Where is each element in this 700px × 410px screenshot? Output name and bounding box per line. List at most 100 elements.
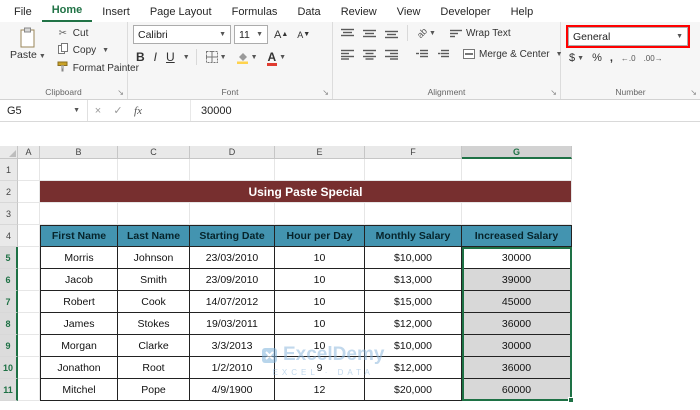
accounting-format-button[interactable]: $▼	[569, 52, 584, 64]
increase-decimal-button[interactable]: ←.0	[621, 54, 636, 63]
font-color-button[interactable]: A ▼	[264, 50, 290, 64]
cell-E5[interactable]: 10	[275, 247, 365, 269]
row-header-6[interactable]: 6	[0, 269, 18, 291]
cut-button[interactable]: ✂ Cut	[57, 28, 139, 39]
cell-C4[interactable]: Last Name	[118, 225, 190, 247]
row-header-4[interactable]: 4	[0, 225, 18, 247]
cell-G6[interactable]: 39000	[462, 269, 572, 291]
cell-B6[interactable]: Jacob	[40, 269, 118, 291]
cell-D9[interactable]: 3/3/2013	[190, 335, 275, 357]
cell-C7[interactable]: Cook	[118, 291, 190, 313]
font-dialog-launcher[interactable]: ↘	[322, 89, 329, 97]
column-header-A[interactable]: A	[18, 146, 40, 159]
font-size-dropdown[interactable]: 11▼	[234, 25, 268, 44]
row-header-11[interactable]: 11	[0, 379, 18, 401]
menu-item-formulas[interactable]: Formulas	[222, 2, 288, 22]
row-header-2[interactable]: 2	[0, 181, 18, 203]
name-box[interactable]: G5 ▼	[0, 100, 88, 121]
column-header-G[interactable]: G	[462, 146, 572, 159]
cell-B5[interactable]: Morris	[40, 247, 118, 269]
number-dialog-launcher[interactable]: ↘	[690, 89, 697, 97]
cell-B4[interactable]: First Name	[40, 225, 118, 247]
cell-E8[interactable]: 10	[275, 313, 365, 335]
cell-B1[interactable]	[40, 159, 118, 181]
menu-item-review[interactable]: Review	[331, 2, 387, 22]
cell-E7[interactable]: 10	[275, 291, 365, 313]
decrease-indent-button[interactable]	[413, 48, 431, 60]
cancel-icon[interactable]: ×	[88, 105, 108, 117]
cell-G5[interactable]: 30000	[462, 247, 572, 269]
underline-button[interactable]: U	[163, 50, 178, 64]
cell-F3[interactable]	[365, 203, 462, 225]
enter-check-icon[interactable]: ✓	[108, 104, 128, 117]
cell-E10[interactable]: 9	[275, 357, 365, 379]
cell-A6[interactable]	[18, 269, 40, 291]
column-header-D[interactable]: D	[190, 146, 275, 159]
menu-item-help[interactable]: Help	[501, 2, 544, 22]
fill-color-button[interactable]: ▼	[233, 51, 261, 64]
cell-G10[interactable]: 36000	[462, 357, 572, 379]
number-format-dropdown[interactable]: General ▼	[568, 27, 688, 46]
menu-item-developer[interactable]: Developer	[430, 2, 500, 22]
cell-A2[interactable]	[18, 181, 40, 203]
cell-E11[interactable]: 12	[275, 379, 365, 401]
column-header-F[interactable]: F	[365, 146, 462, 159]
cell-G1[interactable]	[462, 159, 572, 181]
cell-F4[interactable]: Monthly Salary	[365, 225, 462, 247]
cell-F5[interactable]: $10,000	[365, 247, 462, 269]
alignment-dialog-launcher[interactable]: ↘	[550, 89, 557, 97]
cell-B11[interactable]: Mitchel	[40, 379, 118, 401]
cell-F1[interactable]	[365, 159, 462, 181]
cell-F7[interactable]: $15,000	[365, 291, 462, 313]
cell-E1[interactable]	[275, 159, 365, 181]
cell-E9[interactable]: 10	[275, 335, 365, 357]
align-left-button[interactable]	[338, 48, 357, 61]
cell-D5[interactable]: 23/03/2010	[190, 247, 275, 269]
column-header-C[interactable]: C	[118, 146, 190, 159]
row-header-10[interactable]: 10	[0, 357, 18, 379]
wrap-text-button[interactable]: Wrap Text	[450, 28, 511, 39]
cell-F11[interactable]: $20,000	[365, 379, 462, 401]
cell-A4[interactable]	[18, 225, 40, 247]
cell-E4[interactable]: Hour per Day	[275, 225, 365, 247]
cell-F10[interactable]: $12,000	[365, 357, 462, 379]
menu-item-home[interactable]: Home	[42, 0, 93, 22]
cell-D4[interactable]: Starting Date	[190, 225, 275, 247]
cell-D3[interactable]	[190, 203, 275, 225]
cell-C6[interactable]: Smith	[118, 269, 190, 291]
menu-item-view[interactable]: View	[387, 2, 431, 22]
cell-C1[interactable]	[118, 159, 190, 181]
row-header-3[interactable]: 3	[0, 203, 18, 225]
cell-G9[interactable]: 30000	[462, 335, 572, 357]
menu-item-page-layout[interactable]: Page Layout	[140, 2, 222, 22]
formula-input[interactable]: 30000	[190, 100, 700, 121]
cell-A1[interactable]	[18, 159, 40, 181]
insert-function-button[interactable]: fx	[128, 105, 148, 117]
cell-B3[interactable]	[40, 203, 118, 225]
cell-A3[interactable]	[18, 203, 40, 225]
cell-D1[interactable]	[190, 159, 275, 181]
cell-C3[interactable]	[118, 203, 190, 225]
cell-G8[interactable]: 36000	[462, 313, 572, 335]
cell-F9[interactable]: $10,000	[365, 335, 462, 357]
merge-center-button[interactable]: Merge & Center ▼	[463, 49, 563, 60]
increase-font-size-button[interactable]: A▲	[271, 29, 291, 41]
borders-button[interactable]: ▼	[203, 51, 230, 63]
row-header-9[interactable]: 9	[0, 335, 18, 357]
decrease-decimal-button[interactable]: .00→	[644, 54, 663, 63]
column-header-E[interactable]: E	[275, 146, 365, 159]
column-header-B[interactable]: B	[40, 146, 118, 159]
percent-style-button[interactable]: %	[592, 52, 602, 64]
format-painter-button[interactable]: Format Painter	[57, 61, 139, 75]
cell-E6[interactable]: 10	[275, 269, 365, 291]
cell-C5[interactable]: Johnson	[118, 247, 190, 269]
middle-align-button[interactable]	[360, 27, 379, 40]
font-name-dropdown[interactable]: Calibri▼	[133, 25, 231, 44]
cell-D11[interactable]: 4/9/1900	[190, 379, 275, 401]
cell-A8[interactable]	[18, 313, 40, 335]
cell-A9[interactable]	[18, 335, 40, 357]
align-center-button[interactable]	[360, 48, 379, 61]
cell-B7[interactable]: Robert	[40, 291, 118, 313]
cell-C11[interactable]: Pope	[118, 379, 190, 401]
cell-G11[interactable]: 60000	[462, 379, 572, 401]
